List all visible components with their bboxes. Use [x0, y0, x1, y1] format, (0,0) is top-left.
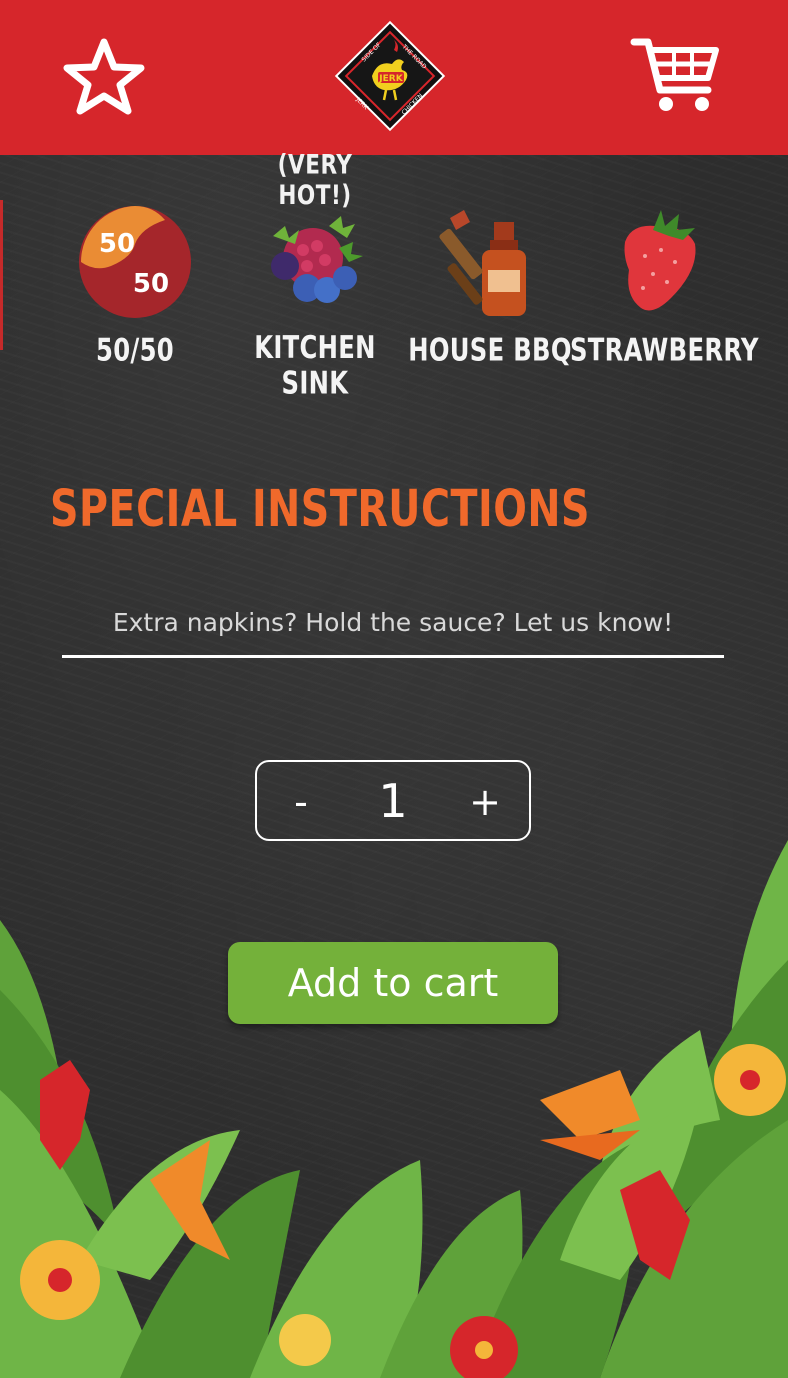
increase-quantity-button[interactable]: +: [455, 772, 515, 832]
add-to-cart-button[interactable]: Add to cart: [228, 942, 558, 1024]
favorite-button[interactable]: [62, 36, 146, 116]
decrease-quantity-button[interactable]: -: [271, 772, 331, 832]
flavor-option-house-bbq[interactable]: HOUSE BBQ: [405, 200, 575, 390]
shopping-cart-icon: [630, 38, 719, 111]
half-half-top-value: 50: [99, 229, 135, 259]
special-instructions-title: SPECIAL INSTRUCTIONS: [50, 480, 590, 539]
special-instructions-input[interactable]: [62, 590, 724, 658]
cart-button[interactable]: [630, 34, 722, 116]
product-options-screen: JERK SIDE OF THE ROAD JERK CHICKEN (VERY…: [0, 0, 788, 1378]
half-half-icon: 50 50: [79, 206, 191, 318]
flavor-options: 50 50 50/50 KITCHEN SINK HOUSE BBQ STRAW…: [50, 200, 759, 402]
flavor-option-kitchen-sink[interactable]: KITCHEN SINK: [230, 200, 400, 402]
berries-icon: [271, 216, 363, 303]
brand-logo[interactable]: JERK SIDE OF THE ROAD JERK CHICKEN: [334, 20, 446, 132]
star-outline-icon: [63, 38, 145, 115]
half-half-bottom-value: 50: [133, 269, 169, 299]
tropical-foliage-decoration: [0, 840, 788, 1378]
quantity-value: 1: [378, 774, 408, 828]
svg-text:JERK: JERK: [378, 74, 403, 84]
app-header: JERK SIDE OF THE ROAD JERK CHICKEN: [0, 0, 788, 155]
flavor-option-50-50[interactable]: 50 50 50/50: [50, 200, 220, 390]
flavor-label: KITCHEN SINK: [254, 330, 376, 402]
edge-marker: [0, 200, 3, 350]
bbq-sauce-icon: [439, 210, 526, 316]
strawberry-icon: [624, 210, 696, 311]
flavor-label: STRAWBERRY: [570, 332, 759, 369]
quantity-stepper: - 1 +: [255, 760, 531, 841]
chicken-logo-icon: JERK SIDE OF THE ROAD JERK CHICKEN: [334, 20, 446, 132]
flavor-label: 50/50: [96, 332, 174, 369]
flavor-option-strawberry[interactable]: STRAWBERRY: [570, 200, 759, 390]
flavor-label: HOUSE BBQ: [408, 332, 572, 369]
